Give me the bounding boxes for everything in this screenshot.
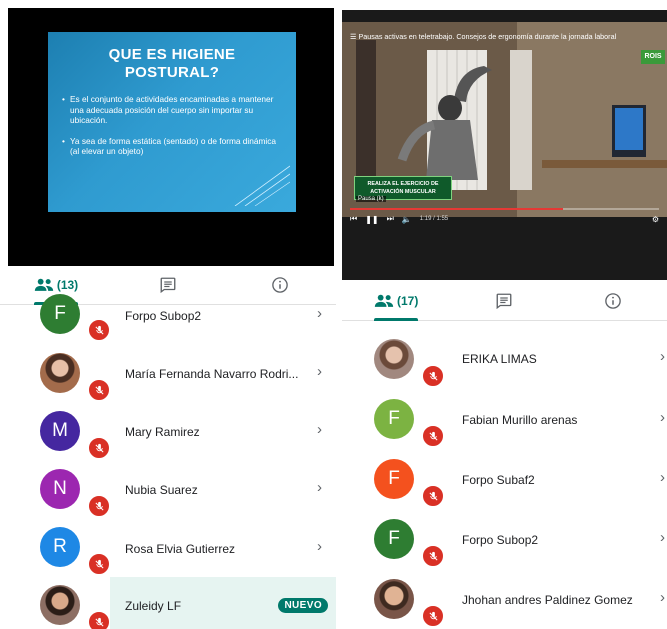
pause-icon[interactable]: ❚❚: [365, 215, 378, 224]
participant-name: Nubia Suarez: [125, 483, 198, 497]
participant-name: Forpo Subaf2: [462, 473, 535, 487]
volume-icon[interactable]: 🔈: [402, 215, 412, 224]
slide-bullet: Ya sea de forma estática (sentado) o de …: [62, 136, 280, 157]
participant-name: ERIKA LIMAS: [462, 352, 537, 366]
shared-screen-video[interactable]: QUE ES HIGIENE POSTURAL? Es el conjunto …: [8, 8, 334, 266]
new-badge: NUEVO: [278, 598, 328, 613]
participant-row[interactable]: N Nubia Suarez ›: [0, 462, 336, 522]
tab-participants[interactable]: (17): [342, 282, 450, 321]
participant-row[interactable]: ERIKA LIMAS ›: [342, 329, 667, 389]
right-tab-bar: (17): [342, 282, 667, 321]
avatar-photo: [40, 353, 80, 393]
chevron-right-icon[interactable]: ›: [317, 363, 322, 380]
chevron-right-icon[interactable]: ›: [660, 529, 665, 546]
previous-icon[interactable]: ⏮: [350, 214, 357, 224]
participant-row[interactable]: F Forpo Subop2 ›: [342, 512, 667, 572]
chevron-right-icon[interactable]: ›: [317, 479, 322, 496]
chevron-right-icon[interactable]: ›: [660, 348, 665, 365]
participants-list: ERIKA LIMAS › F Fabian Murillo arenas › …: [342, 321, 667, 629]
avatar: F: [40, 294, 80, 334]
participant-row[interactable]: Zuleidy LF NUEVO: [0, 577, 336, 629]
avatar: R: [40, 527, 80, 567]
participant-name: María Fernanda Navarro Rodri...: [125, 367, 299, 381]
video-progress-bar[interactable]: [350, 208, 659, 210]
slide-title: QUE ES HIGIENE POSTURAL?: [108, 46, 236, 81]
avatar: M: [40, 411, 80, 451]
pause-tooltip: Pausa (k): [356, 196, 386, 202]
participant-row[interactable]: M Mary Ramirez ›: [0, 403, 336, 463]
mic-off-icon: [88, 495, 110, 517]
avatar-photo: [40, 585, 80, 625]
participant-count: (17): [396, 294, 419, 308]
presentation-slide: QUE ES HIGIENE POSTURAL? Es el conjunto …: [48, 32, 296, 212]
channel-logo: ROIS: [641, 50, 665, 64]
avatar: F: [374, 519, 414, 559]
participant-name: Fabian Murillo arenas: [462, 413, 578, 427]
mic-off-icon: [88, 611, 110, 629]
chevron-right-icon[interactable]: ›: [660, 409, 665, 426]
participant-row[interactable]: R Rosa Elvia Gutierrez ›: [0, 521, 336, 581]
right-meeting-screen: ☰ Pausas activas en teletrabajo. Consejo…: [342, 0, 667, 629]
chevron-right-icon[interactable]: ›: [660, 469, 665, 486]
left-meeting-screen: QUE ES HIGIENE POSTURAL? Es el conjunto …: [0, 0, 336, 629]
info-icon: [605, 293, 621, 309]
mic-off-icon: [422, 365, 444, 387]
mic-off-icon: [422, 425, 444, 447]
participant-row[interactable]: F Forpo Subaf2 ›: [342, 451, 667, 511]
avatar-photo: [374, 579, 414, 619]
slide-bullet: Es el conjunto de actividades encaminada…: [62, 94, 280, 126]
next-icon[interactable]: ⏭: [387, 214, 394, 224]
avatar: F: [374, 399, 414, 439]
participant-row[interactable]: F Forpo Subop2 ›: [0, 283, 336, 343]
mic-off-icon: [88, 437, 110, 459]
people-icon: [374, 294, 394, 307]
participant-name: Forpo Subop2: [125, 309, 202, 323]
slide-decoration: [234, 165, 290, 206]
tab-info[interactable]: [559, 282, 667, 320]
avatar: N: [40, 469, 80, 509]
mic-off-icon: [88, 319, 110, 341]
playlist-icon: ☰: [350, 32, 357, 41]
chat-icon: [497, 293, 512, 310]
mic-off-icon: [422, 545, 444, 567]
chevron-right-icon[interactable]: ›: [317, 421, 322, 438]
participant-name: Jhohan andres Paldinez Gomez: [462, 593, 633, 607]
participant-row[interactable]: María Fernanda Navarro Rodri... ›: [0, 343, 336, 403]
avatar-photo: [374, 339, 414, 379]
participant-row[interactable]: Jhohan andres Paldinez Gomez ›: [342, 572, 667, 629]
avatar: F: [374, 459, 414, 499]
mic-off-icon: [88, 553, 110, 575]
chevron-right-icon[interactable]: ›: [317, 305, 322, 322]
participant-name: Zuleidy LF: [125, 599, 182, 613]
video-title[interactable]: ☰ Pausas activas en teletrabajo. Consejo…: [350, 32, 631, 41]
mic-off-icon: [422, 605, 444, 627]
tab-chat[interactable]: [450, 282, 558, 320]
video-progress-fill: [350, 208, 564, 210]
participant-name: Forpo Subop2: [462, 533, 539, 547]
chevron-right-icon[interactable]: ›: [317, 538, 322, 555]
video-time: 1:19 / 1:55: [419, 216, 449, 222]
mic-off-icon: [88, 379, 110, 401]
chevron-right-icon[interactable]: ›: [660, 589, 665, 606]
video-frame: [342, 10, 667, 280]
youtube-video[interactable]: ☰ Pausas activas en teletrabajo. Consejo…: [342, 10, 667, 280]
settings-icon[interactable]: ⚙: [652, 215, 659, 224]
participant-row[interactable]: F Fabian Murillo arenas ›: [342, 390, 667, 450]
video-controls: ⏮ ❚❚ ⏭ 🔈 1:19 / 1:55 ⚙: [350, 213, 659, 225]
slide-body: Es el conjunto de actividades encaminada…: [62, 94, 280, 157]
mic-off-icon: [422, 485, 444, 507]
participants-list: F Forpo Subop2 › María Fernanda Navarro …: [0, 294, 336, 629]
participant-name: Rosa Elvia Gutierrez: [125, 542, 236, 556]
participant-name: Mary Ramirez: [125, 425, 200, 439]
